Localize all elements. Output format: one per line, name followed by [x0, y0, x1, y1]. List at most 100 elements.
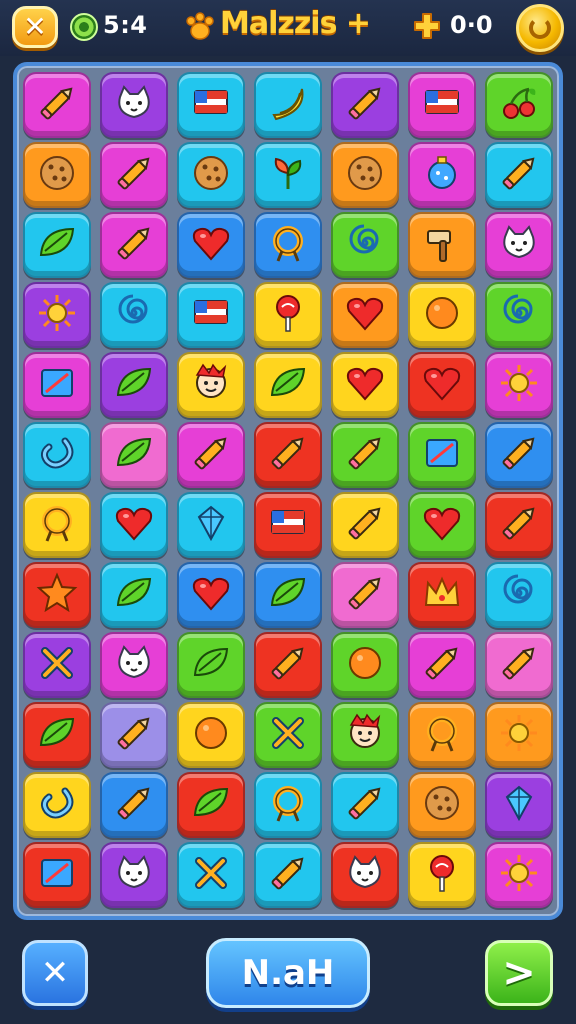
tile-r8-c2[interactable] — [100, 562, 168, 628]
pencil-icon — [343, 571, 387, 619]
tile-r11-c6[interactable] — [408, 772, 476, 838]
tile-r8-c7[interactable] — [485, 562, 553, 628]
tile-r10-c1[interactable] — [23, 702, 91, 768]
tile-r5-c2[interactable] — [100, 352, 168, 418]
tile-r4-c3[interactable] — [177, 282, 245, 348]
tile-r1-c6[interactable] — [408, 72, 476, 138]
tile-r4-c7[interactable] — [485, 282, 553, 348]
timer-icon — [70, 13, 98, 41]
close-button[interactable]: ✕ — [12, 6, 58, 48]
tile-r5-c3[interactable] — [177, 352, 245, 418]
tile-r3-c4[interactable] — [254, 212, 322, 278]
tile-r3-c6[interactable] — [408, 212, 476, 278]
tile-r2-c4[interactable] — [254, 142, 322, 208]
tile-r1-c1[interactable] — [23, 72, 91, 138]
leaf-icon — [266, 571, 310, 619]
tile-r4-c2[interactable] — [100, 282, 168, 348]
tile-r1-c4[interactable] — [254, 72, 322, 138]
leaf-icon — [112, 571, 156, 619]
tile-r12-c1[interactable] — [23, 842, 91, 908]
tile-r12-c5[interactable] — [331, 842, 399, 908]
tile-r6-c5[interactable] — [331, 422, 399, 488]
main-action-button[interactable]: N.aH — [206, 938, 370, 1008]
tile-r6-c7[interactable] — [485, 422, 553, 488]
tile-r10-c5[interactable] — [331, 702, 399, 768]
tile-r12-c6[interactable] — [408, 842, 476, 908]
tile-r10-c6[interactable] — [408, 702, 476, 768]
tile-r2-c6[interactable] — [408, 142, 476, 208]
tile-r2-c1[interactable] — [23, 142, 91, 208]
tile-r4-c5[interactable] — [331, 282, 399, 348]
tile-r6-c6[interactable] — [408, 422, 476, 488]
tile-r7-c3[interactable] — [177, 492, 245, 558]
tile-r7-c6[interactable] — [408, 492, 476, 558]
spiral-icon — [497, 571, 541, 619]
gem-icon — [497, 781, 541, 829]
cookie-icon — [343, 151, 387, 199]
tile-r1-c5[interactable] — [331, 72, 399, 138]
exit-button[interactable]: ✕ — [22, 940, 88, 1006]
plus-icon[interactable] — [412, 11, 442, 41]
tile-r2-c7[interactable] — [485, 142, 553, 208]
tile-r4-c4[interactable] — [254, 282, 322, 348]
tile-r9-c2[interactable] — [100, 632, 168, 698]
tile-r9-c1[interactable] — [23, 632, 91, 698]
tile-r10-c7[interactable] — [485, 702, 553, 768]
tile-r10-c2[interactable] — [100, 702, 168, 768]
tile-r11-c2[interactable] — [100, 772, 168, 838]
tile-r3-c2[interactable] — [100, 212, 168, 278]
tile-r6-c4[interactable] — [254, 422, 322, 488]
tile-r4-c6[interactable] — [408, 282, 476, 348]
tile-r8-c3[interactable] — [177, 562, 245, 628]
tile-r6-c1[interactable] — [23, 422, 91, 488]
tile-r1-c3[interactable] — [177, 72, 245, 138]
tile-r6-c3[interactable] — [177, 422, 245, 488]
tile-r9-c7[interactable] — [485, 632, 553, 698]
heart-icon — [189, 571, 233, 619]
tile-r7-c5[interactable] — [331, 492, 399, 558]
tile-r7-c1[interactable] — [23, 492, 91, 558]
tile-r7-c4[interactable] — [254, 492, 322, 558]
tile-r8-c5[interactable] — [331, 562, 399, 628]
tile-r12-c3[interactable] — [177, 842, 245, 908]
tile-r10-c4[interactable] — [254, 702, 322, 768]
tile-r5-c7[interactable] — [485, 352, 553, 418]
tile-r3-c1[interactable] — [23, 212, 91, 278]
tile-r8-c1[interactable] — [23, 562, 91, 628]
tile-r5-c1[interactable] — [23, 352, 91, 418]
tile-r9-c5[interactable] — [331, 632, 399, 698]
tile-r3-c5[interactable] — [331, 212, 399, 278]
tile-r5-c6[interactable] — [408, 352, 476, 418]
tile-r6-c2[interactable] — [100, 422, 168, 488]
tile-r5-c5[interactable] — [331, 352, 399, 418]
tile-r9-c4[interactable] — [254, 632, 322, 698]
tile-r2-c2[interactable] — [100, 142, 168, 208]
tile-r4-c1[interactable] — [23, 282, 91, 348]
tile-r7-c2[interactable] — [100, 492, 168, 558]
tile-r3-c3[interactable] — [177, 212, 245, 278]
pencil-icon — [266, 431, 310, 479]
tile-r3-c7[interactable] — [485, 212, 553, 278]
tile-r11-c7[interactable] — [485, 772, 553, 838]
pencil-icon — [343, 81, 387, 129]
tile-r9-c3[interactable] — [177, 632, 245, 698]
tile-r2-c5[interactable] — [331, 142, 399, 208]
tile-r2-c3[interactable] — [177, 142, 245, 208]
tile-r12-c2[interactable] — [100, 842, 168, 908]
tile-r11-c3[interactable] — [177, 772, 245, 838]
tile-r12-c7[interactable] — [485, 842, 553, 908]
tile-r9-c6[interactable] — [408, 632, 476, 698]
tile-r11-c4[interactable] — [254, 772, 322, 838]
tile-r11-c1[interactable] — [23, 772, 91, 838]
tile-r8-c4[interactable] — [254, 562, 322, 628]
next-button[interactable]: > — [485, 940, 553, 1006]
tile-r5-c4[interactable] — [254, 352, 322, 418]
tile-r1-c2[interactable] — [100, 72, 168, 138]
tile-r10-c3[interactable] — [177, 702, 245, 768]
tile-r8-c6[interactable] — [408, 562, 476, 628]
tile-r7-c7[interactable] — [485, 492, 553, 558]
tile-r1-c7[interactable] — [485, 72, 553, 138]
tile-r11-c5[interactable] — [331, 772, 399, 838]
tile-r12-c4[interactable] — [254, 842, 322, 908]
coin-button[interactable] — [516, 4, 564, 52]
